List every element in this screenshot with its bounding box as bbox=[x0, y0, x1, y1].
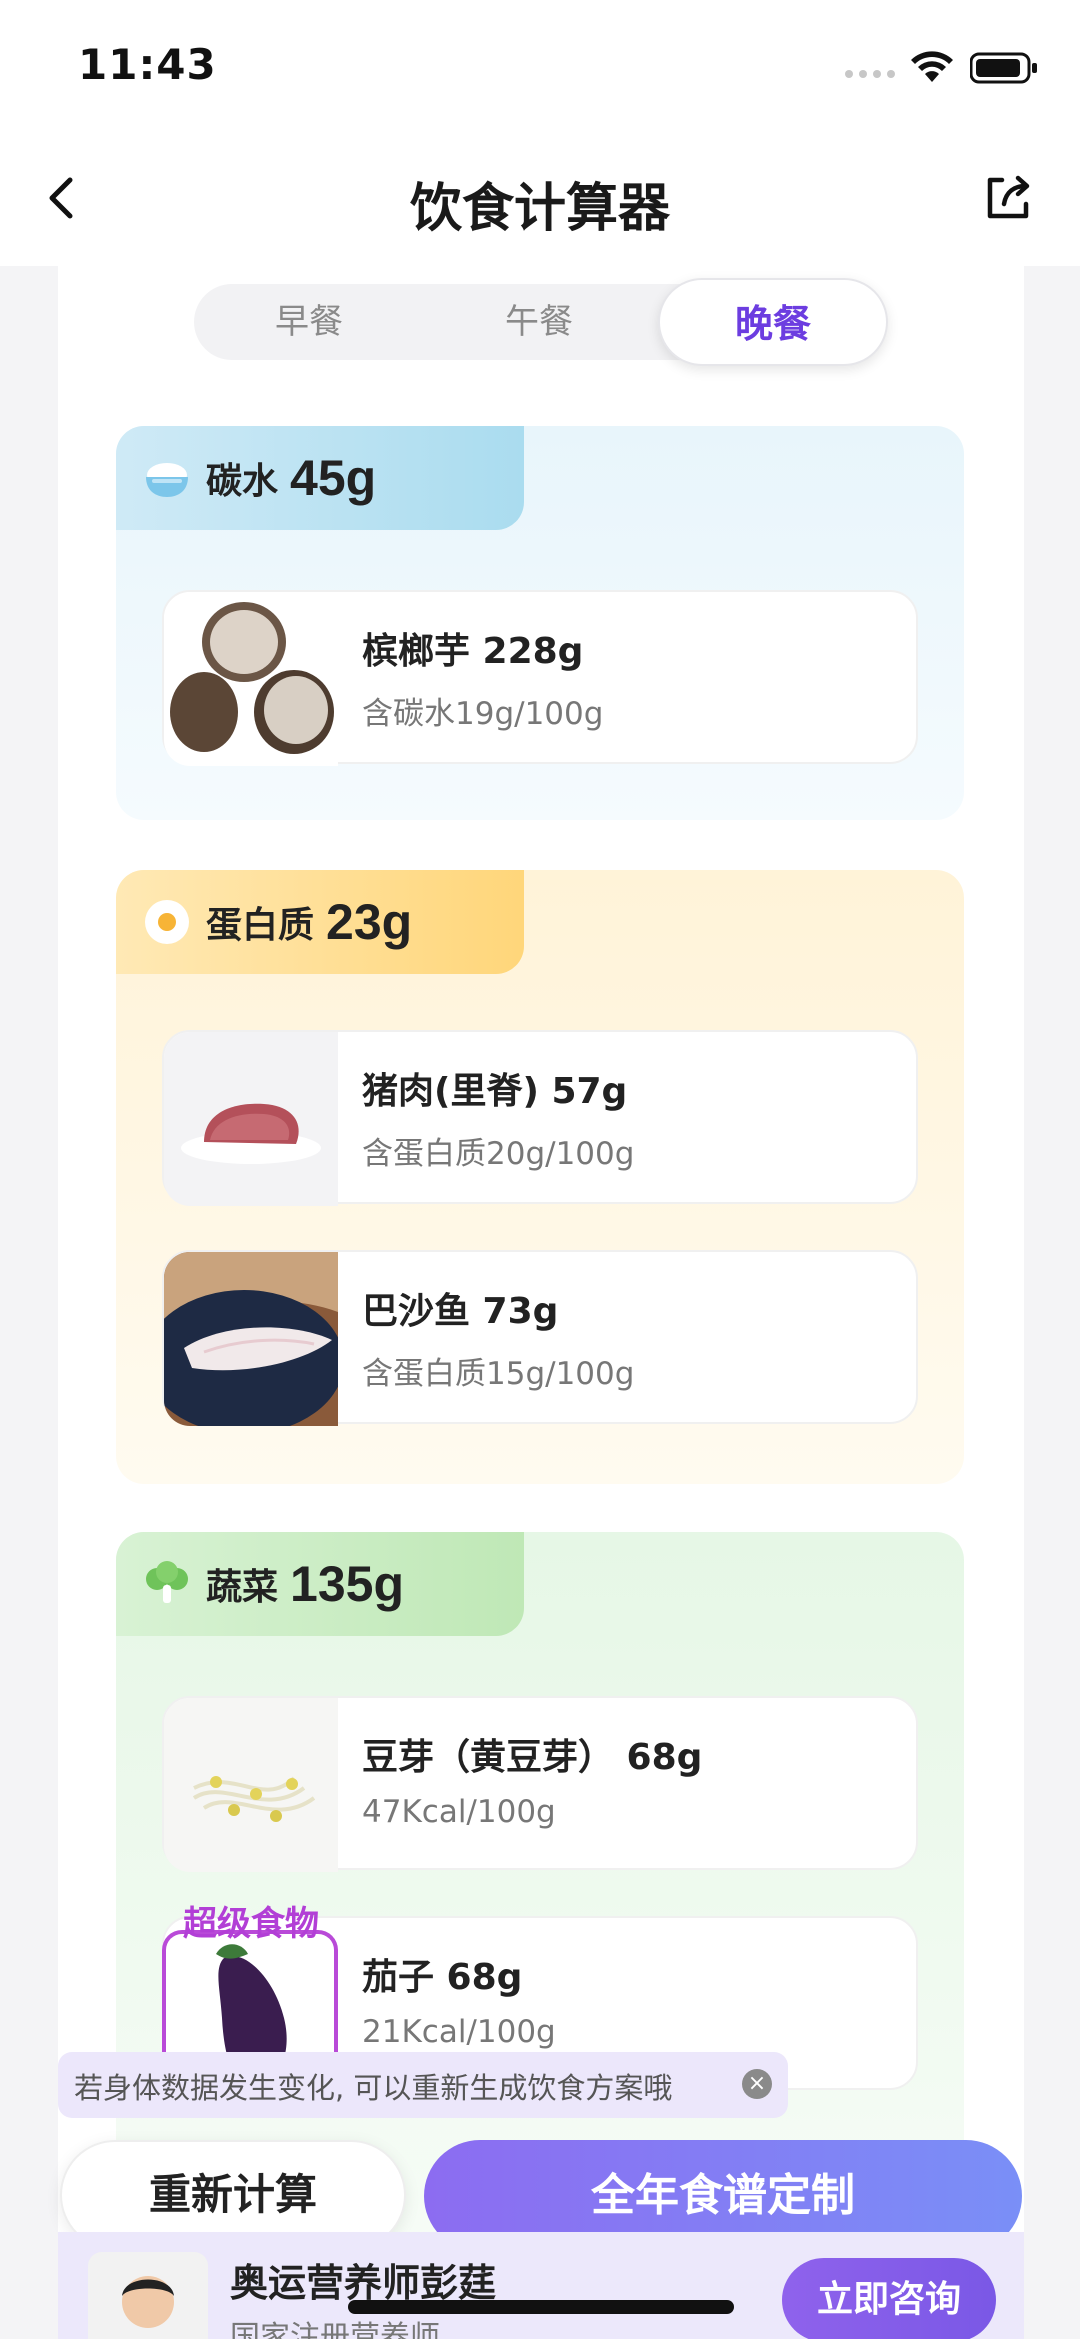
home-indicator bbox=[348, 2300, 734, 2314]
advisor-title: 国家注册营养师 bbox=[230, 2320, 440, 2339]
protein-value: 23g bbox=[326, 894, 413, 950]
sprouts-image bbox=[164, 1698, 338, 1872]
nav-bar: 饮食计算器 bbox=[0, 130, 1080, 266]
carb-value: 45g bbox=[290, 450, 377, 506]
broccoli-icon bbox=[146, 1561, 188, 1603]
food-item[interactable]: 槟榔芋 228g 含碳水19g/100g bbox=[162, 590, 918, 766]
food-name: 豆芽（黄豆芽） 68g bbox=[362, 1737, 703, 1778]
tip-bubble: 若身体数据发生变化, 可以重新生成饮食方案哦 bbox=[58, 2052, 788, 2118]
status-bar: 11:43 bbox=[0, 0, 1080, 130]
tab-breakfast[interactable]: 早餐 bbox=[194, 284, 424, 360]
food-name: 茄子 68g bbox=[362, 1957, 523, 1998]
carb-label: 碳水 bbox=[206, 461, 279, 502]
pork-image bbox=[164, 1032, 338, 1206]
food-item[interactable]: 巴沙鱼 73g 含蛋白质15g/100g bbox=[162, 1250, 918, 1426]
close-icon[interactable]: × bbox=[742, 2069, 772, 2099]
super-food-badge: 超级食物 bbox=[183, 1904, 319, 1944]
food-item[interactable]: 猪肉(里脊) 57g 含蛋白质20g/100g bbox=[162, 1030, 918, 1206]
food-desc: 含碳水19g/100g bbox=[362, 696, 604, 732]
veg-section: 蔬菜 135g 豆芽（黄豆芽） 68g 47Kcal/100g 茄子 68g 2… bbox=[116, 1532, 964, 2232]
tab-lunch[interactable]: 午餐 bbox=[424, 284, 654, 360]
advisor-name: 奥运营养师彭莛 bbox=[230, 2261, 497, 2305]
food-name: 巴沙鱼 73g bbox=[362, 1291, 559, 1332]
egg-icon bbox=[145, 900, 189, 944]
tab-dinner[interactable]: 晚餐 bbox=[658, 278, 888, 366]
super-food-frame bbox=[162, 1930, 338, 2060]
tip-text: 若身体数据发生变化, 可以重新生成饮食方案哦 bbox=[74, 2071, 673, 2105]
meal-tabs: 早餐 午餐 晚餐 bbox=[194, 278, 888, 366]
food-desc: 47Kcal/100g bbox=[362, 1794, 556, 1830]
taro-image bbox=[164, 592, 338, 766]
avatar bbox=[88, 2252, 208, 2339]
carb-header: 碳水 45g bbox=[116, 426, 524, 530]
battery-icon bbox=[970, 52, 1037, 84]
protein-label: 蛋白质 bbox=[206, 905, 315, 946]
rice-bowl-icon bbox=[146, 463, 188, 497]
food-desc: 21Kcal/100g bbox=[362, 2014, 556, 2050]
consult-button[interactable]: 立即咨询 bbox=[782, 2258, 996, 2339]
fish-image bbox=[164, 1252, 338, 1426]
food-item[interactable]: 豆芽（黄豆芽） 68g 47Kcal/100g bbox=[162, 1696, 918, 1872]
veg-value: 135g bbox=[290, 1556, 404, 1612]
protein-section: 蛋白质 23g 猪肉(里脊) 57g 含蛋白质20g/100g 巴沙鱼 73g bbox=[116, 870, 964, 1484]
wifi-icon bbox=[911, 51, 953, 82]
food-name: 槟榔芋 228g bbox=[362, 631, 584, 672]
signal-icon bbox=[845, 70, 897, 80]
food-desc: 含蛋白质15g/100g bbox=[362, 1356, 635, 1392]
status-time: 11:43 bbox=[78, 40, 217, 89]
page-title: 饮食计算器 bbox=[409, 179, 670, 239]
veg-label: 蔬菜 bbox=[206, 1567, 279, 1608]
advisor-bar: 奥运营养师彭莛 国家注册营养师 立即咨询 bbox=[58, 2232, 1024, 2339]
food-name: 猪肉(里脊) 57g bbox=[362, 1071, 628, 1112]
share-icon[interactable] bbox=[980, 170, 1036, 226]
food-desc: 含蛋白质20g/100g bbox=[362, 1136, 635, 1172]
protein-header: 蛋白质 23g bbox=[116, 870, 524, 974]
carb-section: 碳水 45g 槟榔芋 228g 含碳水19g/100g bbox=[116, 426, 964, 820]
veg-header: 蔬菜 135g bbox=[116, 1532, 524, 1636]
